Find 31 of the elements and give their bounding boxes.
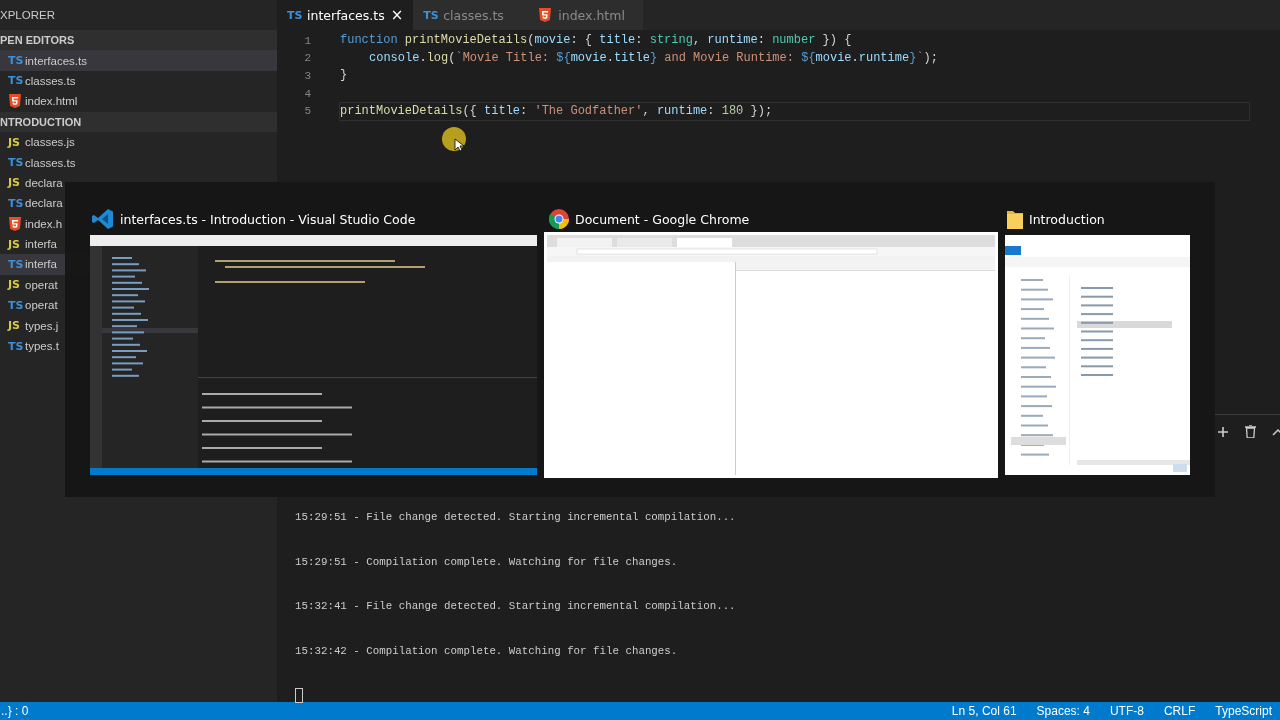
file-type-icon: TS [8, 74, 22, 88]
file-type-icon: JS [8, 319, 22, 333]
file-type-icon: JS [8, 176, 22, 190]
code-line: console.log(`Movie Title: ${movie.title} and Movie Runtime: ${movie.runtime}`); [368, 49, 939, 67]
file-type-icon: TS [8, 298, 22, 312]
line-number: 3 [303, 70, 311, 82]
file-type-icon: TS [8, 54, 22, 68]
terminal-line: 15:29:51 - File change detected. Starting incremental compilation... [295, 510, 737, 525]
terminal-line: 15:32:42 - Compilation complete. Watching for file changes. [295, 643, 679, 659]
status-text: ..} : 0 [1, 704, 29, 718]
file-type-icon: TS [8, 156, 22, 170]
code-line: function printMovieDetails(movie: { title: string, runtime: number }) { [339, 32, 853, 50]
line-number: 5 [303, 105, 311, 118]
file-type-icon: JS [8, 278, 22, 292]
file-type-icon: TS [8, 196, 22, 210]
file-type-icon: JS [8, 237, 22, 251]
window-title: interfaces.ts - Introduction - Visual Studio Code [120, 211, 416, 227]
file-type-icon: TS [8, 258, 22, 271]
terminal-line: 15:29:51 - Compilation complete. Watching for file changes. [295, 554, 679, 570]
file-type-icon: TS [8, 339, 22, 353]
line-number: 1 [303, 34, 311, 47]
code-line: } [339, 67, 349, 85]
sidebar-title: XPLORER [0, 8, 56, 23]
terminal-line: 15:32:41 - File change detected. Starting incremental compilation... [295, 599, 737, 614]
file-type-icon: TS [287, 8, 301, 22]
window-title: Introduction [1029, 211, 1105, 227]
file-type-icon: JS [8, 135, 22, 149]
window-title: Document - Google Chrome [575, 211, 750, 227]
file-type-icon: TS [423, 8, 438, 22]
line-number: 2 [303, 52, 311, 65]
line-number: 4 [303, 87, 311, 100]
